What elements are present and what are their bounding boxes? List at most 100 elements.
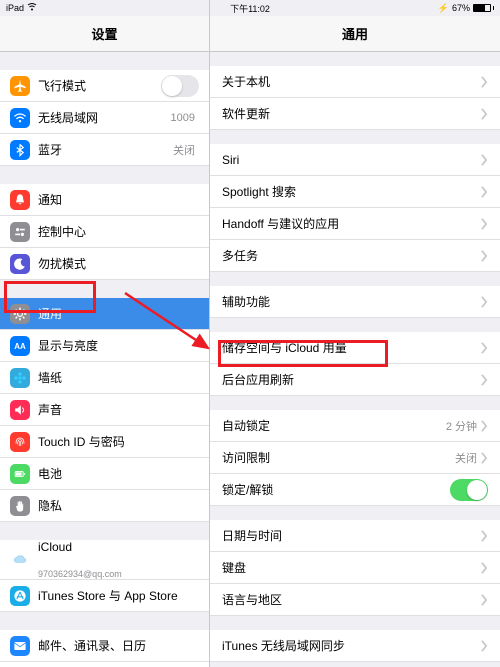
sidebar-item-icloud[interactable]: iCloud970362934@qq.com: [0, 540, 209, 580]
chevron-right-icon: [481, 108, 488, 120]
sidebar-item-dnd[interactable]: 勿扰模式: [0, 248, 209, 280]
detail-item-label: 储存空间与 iCloud 用量: [222, 339, 481, 356]
chevron-right-icon: [481, 562, 488, 574]
detail-item-label: 访问限制: [222, 449, 455, 466]
appstore-icon: [10, 586, 30, 606]
sidebar-item-display[interactable]: AA 显示与亮度: [0, 330, 209, 362]
detail-item-bgrefresh[interactable]: 后台应用刷新: [210, 364, 500, 396]
detail-item-language[interactable]: 语言与地区: [210, 584, 500, 616]
AA-icon: AA: [10, 336, 30, 356]
detail-item-autolock[interactable]: 自动锁定2 分钟: [210, 410, 500, 442]
chevron-right-icon: [481, 250, 488, 262]
detail-title: 通用: [210, 16, 500, 52]
detail-item-value: 关闭: [455, 450, 477, 466]
sidebar-item-wallpaper[interactable]: 墙纸: [0, 362, 209, 394]
sidebar-item-label: 无线局域网: [38, 109, 171, 126]
clock: 下午11:02: [230, 2, 270, 15]
detail-item-spotlight[interactable]: Spotlight 搜索: [210, 176, 500, 208]
sidebar-item-label: 隐私: [38, 497, 199, 514]
chevron-right-icon: [481, 374, 488, 386]
sidebar-item-touchid[interactable]: Touch ID 与密码: [0, 426, 209, 458]
sidebar-item-label: 控制中心: [38, 223, 199, 240]
wifi-icon: [10, 108, 30, 128]
sidebar-item-bluetooth[interactable]: 蓝牙关闭: [0, 134, 209, 166]
detail-item-label: 锁定/解锁: [222, 481, 450, 498]
detail-item-itunessync[interactable]: iTunes 无线局域网同步: [210, 630, 500, 662]
battery-icon: [473, 4, 494, 12]
gear-icon: [10, 304, 30, 324]
detail-item-datetime[interactable]: 日期与时间: [210, 520, 500, 552]
hand-icon: [10, 496, 30, 516]
wifi-icon: [27, 3, 37, 13]
detail-item-handoff[interactable]: Handoff 与建议的应用: [210, 208, 500, 240]
chevron-right-icon: [481, 218, 488, 230]
fingerprint-icon: [10, 432, 30, 452]
detail-item-label: 后台应用刷新: [222, 371, 481, 388]
chevron-right-icon: [481, 342, 488, 354]
moon-icon: [10, 254, 30, 274]
status-bar-right: 下午11:02 ⚡ 67%: [210, 0, 500, 16]
carrier-label: iPad: [6, 3, 24, 13]
sidebar-item-label: 电池: [38, 465, 199, 482]
sidebar-item-label: 墙纸: [38, 369, 199, 386]
sidebar-item-privacy[interactable]: 隐私: [0, 490, 209, 522]
sidebar-item-label: Touch ID 与密码: [38, 433, 199, 450]
battery-icon: [10, 464, 30, 484]
switches-icon: [10, 222, 30, 242]
flower-icon: [10, 368, 30, 388]
detail-item-label: Spotlight 搜索: [222, 183, 481, 200]
status-bar-left: iPad: [0, 0, 209, 16]
detail-pane: 下午11:02 ⚡ 67% 通用 关于本机软件更新 Siri Spotlight 搜…: [210, 0, 500, 667]
detail-item-label: 多任务: [222, 247, 481, 264]
sidebar-item-airplane[interactable]: 飞行模式: [0, 70, 209, 102]
detail-item-label: 关于本机: [222, 73, 481, 90]
battery-percent: 67%: [452, 3, 470, 13]
settings-sidebar: iPad 设置 飞行模式无线局域网1009蓝牙关闭通知控制中心勿扰模式通用AA显…: [0, 0, 210, 667]
detail-item-lockunlock[interactable]: 锁定/解锁: [210, 474, 500, 506]
sidebar-item-notes[interactable]: 备忘录: [0, 662, 209, 667]
detail-item-storage[interactable]: 储存空间与 iCloud 用量: [210, 332, 500, 364]
charging-icon: ⚡: [438, 3, 449, 14]
detail-item-label: 软件更新: [222, 105, 481, 122]
detail-item-accessibility[interactable]: 辅助功能: [210, 286, 500, 318]
sidebar-item-label: 勿扰模式: [38, 255, 199, 272]
detail-item-keyboard[interactable]: 键盘: [210, 552, 500, 584]
sidebar-item-label: iTunes Store 与 App Store: [38, 587, 199, 604]
sidebar-item-label: 蓝牙: [38, 141, 173, 158]
detail-item-update[interactable]: 软件更新: [210, 98, 500, 130]
sidebar-item-notifications[interactable]: 通知: [0, 184, 209, 216]
detail-item-multitask[interactable]: 多任务: [210, 240, 500, 272]
chevron-right-icon: [481, 186, 488, 198]
detail-item-siri[interactable]: Siri: [210, 144, 500, 176]
bell-icon: [10, 190, 30, 210]
sidebar-item-label: 声音: [38, 401, 199, 418]
detail-item-label: Handoff 与建议的应用: [222, 215, 481, 232]
detail-item-label: 自动锁定: [222, 417, 446, 434]
sidebar-item-wifi[interactable]: 无线局域网1009: [0, 102, 209, 134]
airplane-icon: [10, 76, 30, 96]
detail-item-restrictions[interactable]: 访问限制关闭: [210, 442, 500, 474]
cloud-icon: [10, 550, 30, 570]
detail-item-label: Siri: [222, 153, 481, 167]
toggle-switch[interactable]: [450, 479, 488, 501]
sidebar-item-mail[interactable]: 邮件、通讯录、日历: [0, 630, 209, 662]
sidebar-item-appstore[interactable]: iTunes Store 与 App Store: [0, 580, 209, 612]
detail-item-label: 日期与时间: [222, 527, 481, 544]
chevron-right-icon: [481, 296, 488, 308]
sidebar-item-sublabel: 970362934@qq.com: [38, 569, 122, 579]
sidebar-item-sound[interactable]: 声音: [0, 394, 209, 426]
sidebar-item-controlcenter[interactable]: 控制中心: [0, 216, 209, 248]
sidebar-item-general[interactable]: 通用: [0, 298, 209, 330]
sidebar-item-battery[interactable]: 电池: [0, 458, 209, 490]
chevron-right-icon: [481, 420, 488, 432]
speaker-icon: [10, 400, 30, 420]
sidebar-item-label: 通知: [38, 191, 199, 208]
detail-item-label: iTunes 无线局域网同步: [222, 637, 481, 654]
detail-item-about[interactable]: 关于本机: [210, 66, 500, 98]
sidebar-item-label: 飞行模式: [38, 77, 161, 94]
toggle-switch[interactable]: [161, 75, 199, 97]
mail-icon: [10, 636, 30, 656]
sidebar-item-label: 显示与亮度: [38, 337, 199, 354]
chevron-right-icon: [481, 154, 488, 166]
chevron-right-icon: [481, 76, 488, 88]
